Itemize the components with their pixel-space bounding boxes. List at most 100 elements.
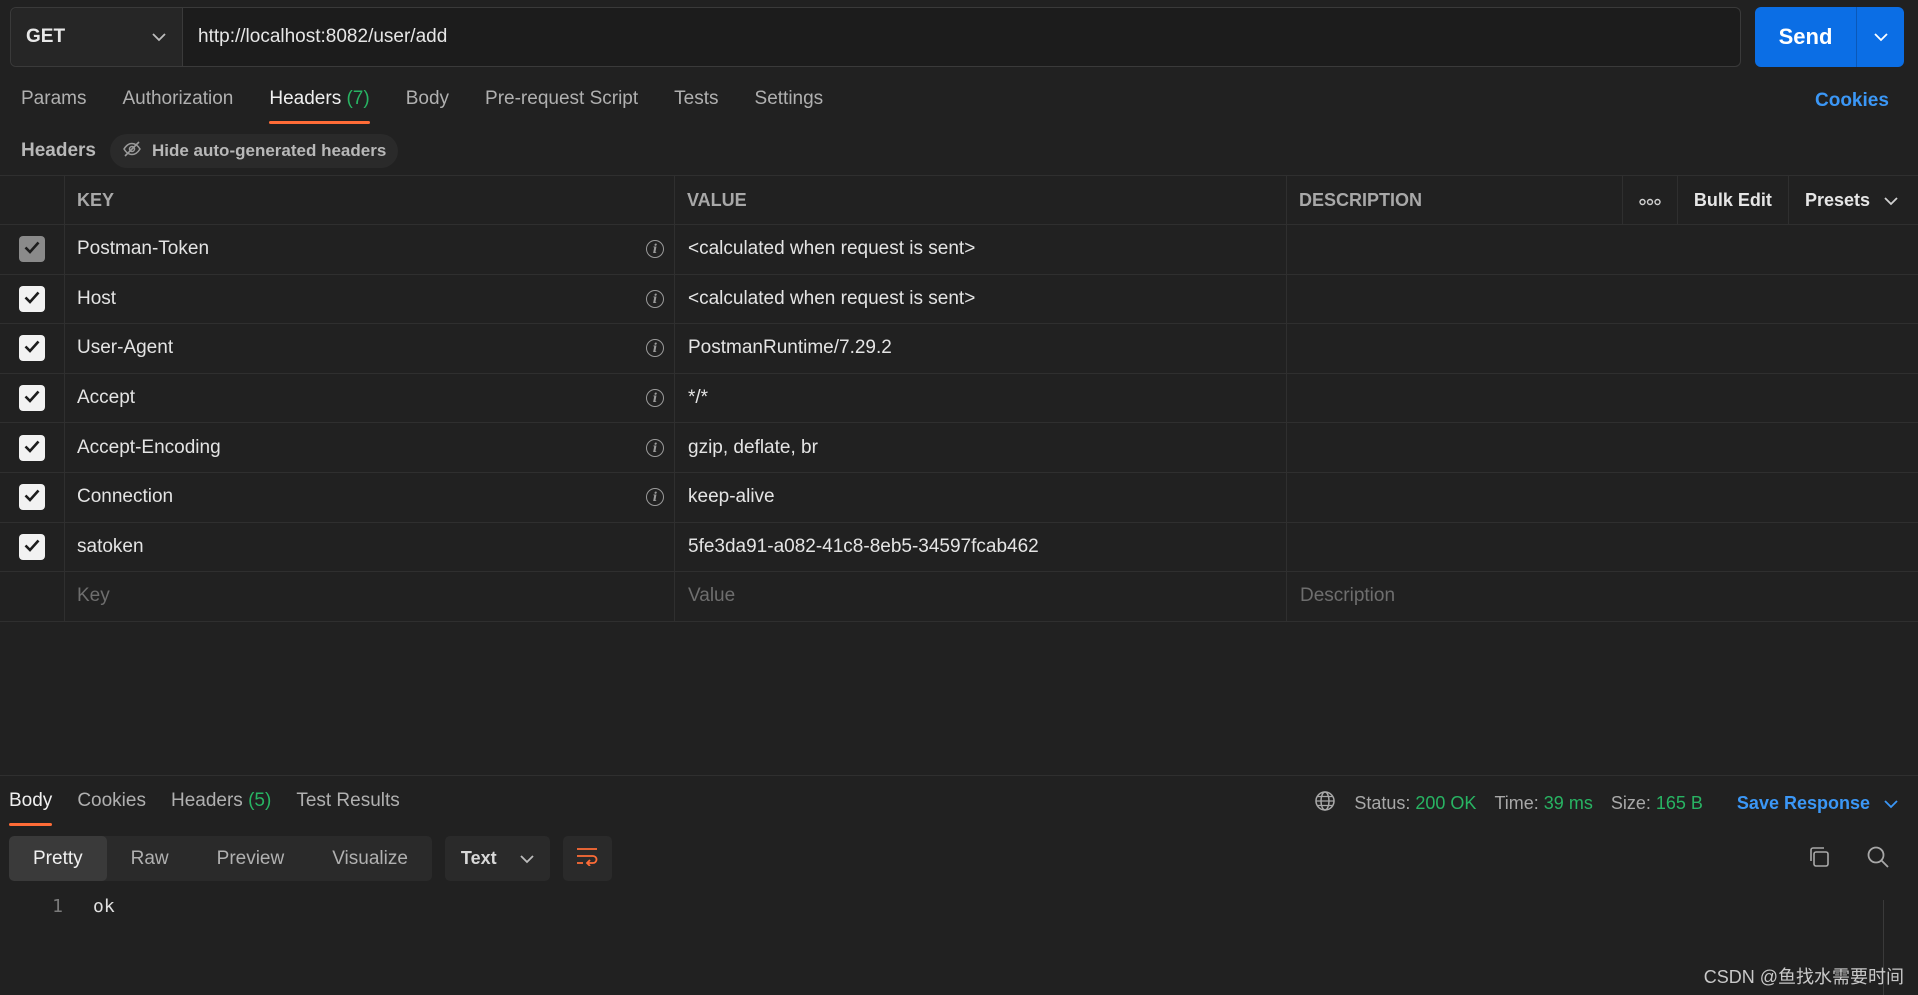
- info-icon[interactable]: i: [646, 389, 664, 408]
- key-cell[interactable]: Accept i: [65, 373, 675, 423]
- header-key: satoken: [77, 535, 144, 557]
- key-cell[interactable]: Accept-Encoding i: [65, 423, 675, 472]
- search-icon[interactable]: [1866, 845, 1890, 875]
- wrap-lines-icon: [575, 846, 599, 872]
- send-button[interactable]: Send: [1755, 7, 1904, 67]
- key-cell[interactable]: Connection i: [65, 472, 675, 522]
- headers-section-title: Headers: [21, 140, 96, 161]
- header-checkbox-cell: [0, 176, 65, 224]
- response-tab-headers[interactable]: Headers (5): [171, 790, 271, 822]
- row-checkbox: [19, 236, 45, 263]
- view-mode-raw[interactable]: Raw: [107, 836, 193, 881]
- row-checkbox-cell: [0, 373, 65, 423]
- key-cell[interactable]: Postman-Token i: [65, 225, 675, 274]
- cookies-link[interactable]: Cookies: [1815, 90, 1889, 112]
- method-select[interactable]: GET: [11, 8, 183, 66]
- key-cell[interactable]: User-Agent i: [65, 324, 675, 373]
- value-cell[interactable]: <calculated when request is sent>: [675, 225, 1287, 274]
- new-key-input[interactable]: Key: [65, 572, 675, 621]
- description-cell[interactable]: [1287, 423, 1918, 472]
- time-label: Time:: [1494, 793, 1539, 813]
- row-checkbox[interactable]: [19, 285, 45, 312]
- response-view-bar: Pretty Raw Preview Visualize Text: [9, 836, 612, 881]
- more-options-button[interactable]: [1621, 176, 1677, 224]
- row-checkbox[interactable]: [19, 434, 45, 461]
- table-header-row: KEY VALUE DESCRIPTION Bulk Edit Presets: [0, 175, 1918, 225]
- presets-dropdown[interactable]: Presets: [1787, 176, 1918, 224]
- globe-icon[interactable]: [1314, 790, 1336, 817]
- tab-params[interactable]: Params: [21, 88, 86, 120]
- value-cell[interactable]: PostmanRuntime/7.29.2: [675, 324, 1287, 373]
- wrap-lines-button[interactable]: [562, 836, 612, 881]
- view-mode-visualize[interactable]: Visualize: [308, 836, 432, 881]
- response-body-editor[interactable]: 1 ok: [0, 896, 1888, 917]
- new-description-input[interactable]: Description: [1287, 572, 1918, 621]
- size-info[interactable]: Size: 165 B: [1611, 793, 1703, 814]
- tab-label: Authorization: [122, 88, 234, 109]
- description-cell[interactable]: [1287, 473, 1918, 522]
- response-divider: [0, 775, 1918, 776]
- row-checkbox-cell: [0, 522, 65, 572]
- row-checkbox[interactable]: [19, 484, 45, 511]
- description-cell[interactable]: [1287, 324, 1918, 373]
- size-value: 165 B: [1655, 793, 1703, 813]
- tab-tests[interactable]: Tests: [674, 88, 718, 120]
- copy-icon[interactable]: [1807, 845, 1831, 875]
- view-mode-preview[interactable]: Preview: [193, 836, 309, 881]
- row-checkbox-cell: [0, 324, 65, 373]
- row-checkbox-cell: [0, 225, 65, 274]
- row-checkbox[interactable]: [19, 533, 45, 560]
- value-cell[interactable]: 5fe3da91-a082-41c8-8eb5-34597fcab462: [675, 522, 1287, 572]
- format-select[interactable]: Text: [444, 836, 550, 881]
- eye-off-icon: [122, 140, 142, 162]
- time-info[interactable]: Time: 39 ms: [1494, 793, 1592, 814]
- value-cell[interactable]: gzip, deflate, br: [675, 423, 1287, 472]
- status-info[interactable]: Status: 200 OK: [1354, 793, 1476, 814]
- tab-label: Params: [21, 88, 87, 109]
- value-cell[interactable]: */*: [675, 373, 1287, 423]
- column-header-value: VALUE: [675, 176, 1287, 224]
- description-cell[interactable]: [1287, 225, 1918, 274]
- hide-auto-generated-toggle[interactable]: Hide auto-generated headers: [110, 134, 399, 168]
- description-cell[interactable]: [1287, 275, 1918, 324]
- send-options-chevron-icon[interactable]: [1857, 32, 1904, 42]
- tab-authorization[interactable]: Authorization: [122, 88, 233, 120]
- new-value-input[interactable]: Value: [675, 572, 1287, 621]
- code-line: ok: [93, 896, 115, 917]
- response-tab-cookies[interactable]: Cookies: [77, 790, 146, 822]
- key-cell[interactable]: Host i: [65, 274, 675, 324]
- method-label: GET: [26, 26, 66, 47]
- tab-settings[interactable]: Settings: [755, 88, 824, 120]
- chevron-down-icon: [1884, 190, 1898, 211]
- check-icon: [24, 238, 40, 260]
- value-cell[interactable]: keep-alive: [675, 472, 1287, 522]
- tab-headers[interactable]: Headers (7): [269, 88, 371, 124]
- value-cell[interactable]: <calculated when request is sent>: [675, 274, 1287, 324]
- tab-label: Body: [405, 88, 450, 109]
- bulk-edit-button[interactable]: Bulk Edit: [1676, 176, 1788, 224]
- row-checkbox[interactable]: [19, 335, 45, 362]
- info-icon[interactable]: i: [646, 488, 664, 507]
- save-response-button[interactable]: Save Response: [1737, 793, 1898, 814]
- response-tab-test-results[interactable]: Test Results: [296, 790, 399, 822]
- url-input[interactable]: [183, 8, 1740, 66]
- key-cell[interactable]: satoken: [65, 522, 675, 572]
- row-checkbox[interactable]: [19, 385, 45, 412]
- view-mode-pretty[interactable]: Pretty: [9, 836, 107, 881]
- description-cell[interactable]: [1287, 523, 1918, 572]
- size-label: Size:: [1610, 793, 1651, 813]
- info-icon[interactable]: i: [646, 240, 664, 259]
- tab-body[interactable]: Body: [406, 88, 449, 120]
- info-icon[interactable]: i: [646, 339, 664, 358]
- info-icon[interactable]: i: [646, 438, 664, 457]
- response-tab-body[interactable]: Body: [9, 790, 53, 826]
- tab-pre-request-script[interactable]: Pre-request Script: [485, 88, 638, 120]
- info-icon[interactable]: i: [646, 289, 664, 308]
- check-icon: [24, 536, 40, 558]
- header-value: gzip, deflate, br: [688, 436, 818, 458]
- header-value: <calculated when request is sent>: [688, 287, 976, 309]
- response-status-bar: Status: 200 OK Time: 39 ms Size: 165 B S…: [1314, 790, 1898, 817]
- hide-auto-label: Hide auto-generated headers: [152, 141, 387, 160]
- response-tabs: Body Cookies Headers (5) Test Results: [9, 790, 425, 826]
- description-cell[interactable]: [1287, 374, 1918, 423]
